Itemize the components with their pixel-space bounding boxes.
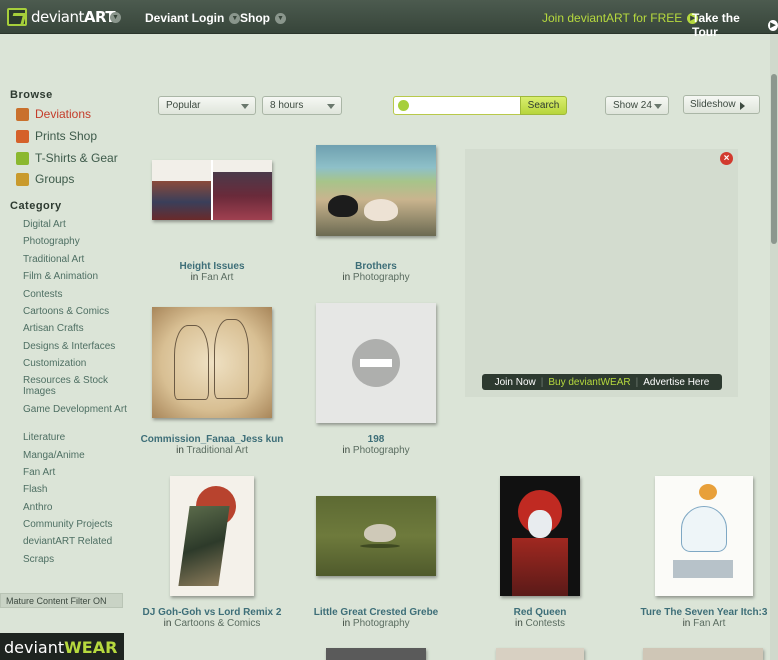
deviation-title[interactable]: Commission_Fanaa_Jess kun: [134, 434, 290, 445]
join-link[interactable]: Join deviantART for FREE ▶: [542, 11, 699, 25]
search-input[interactable]: [393, 96, 521, 115]
logo-menu-chevron-icon[interactable]: ▼: [110, 12, 121, 23]
deviation-title[interactable]: 198: [316, 434, 436, 445]
thumbnail-image[interactable]: [500, 476, 580, 596]
sidebar-item-tshirts-gear[interactable]: T-Shirts & Gear: [16, 151, 118, 165]
close-icon[interactable]: ×: [720, 152, 733, 165]
category-deviantart-related[interactable]: deviantART Related: [23, 536, 128, 547]
top-navigation-bar: deviantART ▼ Deviant Login ▼ Shop ▼ Join d…: [0, 0, 778, 39]
deviations-icon: [16, 107, 29, 121]
category-photography[interactable]: Photography: [23, 236, 128, 247]
thumbnail-image[interactable]: [316, 303, 436, 423]
thumbnail-image[interactable]: [326, 648, 426, 660]
ad-action-bar: Join Now | Buy deviantWEAR | Advertise H…: [482, 374, 722, 390]
deviation-category: in Fan Art: [682, 618, 726, 629]
sidebar-item-groups[interactable]: Groups: [16, 172, 74, 186]
category-film-animation[interactable]: Film & Animation: [23, 271, 128, 282]
deviation-category: in Contests: [514, 618, 566, 629]
deviation-category: in Photography: [342, 618, 410, 629]
sort-select[interactable]: Popular: [158, 96, 256, 115]
join-now-link[interactable]: Join Now: [495, 377, 536, 388]
category-manga-anime[interactable]: Manga/Anime: [23, 450, 128, 461]
thumbnail-image[interactable]: [152, 307, 272, 418]
prints-icon: [16, 129, 29, 143]
category-anthro[interactable]: Anthro: [23, 502, 128, 513]
category-designs-interfaces[interactable]: Designs & Interfaces: [23, 341, 128, 352]
browse-heading: Browse: [10, 89, 53, 101]
show-count-select[interactable]: Show 24: [605, 96, 669, 115]
search-icon: [398, 100, 409, 111]
category-scraps[interactable]: Scraps: [23, 554, 128, 565]
house-icon: [16, 172, 29, 186]
category-flash[interactable]: Flash: [23, 484, 128, 495]
buy-deviantwear-link[interactable]: Buy deviantWEAR: [548, 377, 630, 388]
deviant-login-link[interactable]: Deviant Login ▼: [145, 11, 241, 25]
mature-content-filter[interactable]: Mature Content Filter ON: [0, 593, 123, 608]
deviation-title[interactable]: Height Issues: [152, 261, 272, 272]
thumbnail-image[interactable]: [655, 476, 753, 596]
thumbnail-image[interactable]: [316, 496, 436, 576]
deviation-category: in Cartoons & Comics: [163, 618, 261, 629]
category-digital-art[interactable]: Digital Art: [23, 219, 128, 230]
thumbnail-image[interactable]: [316, 145, 436, 236]
deviation-category: in Traditional Art: [176, 445, 248, 456]
thumbnail-image[interactable]: [643, 648, 763, 660]
no-entry-icon: [352, 339, 400, 387]
take-tour-link[interactable]: Take the Tour ▶: [692, 11, 778, 39]
category-resources-stock[interactable]: Resources & Stock Images: [23, 375, 128, 397]
deviantart-logo[interactable]: deviantART: [7, 7, 116, 27]
category-contests[interactable]: Contests: [23, 289, 128, 300]
deviation-title[interactable]: Red Queen: [480, 607, 600, 618]
advertise-here-link[interactable]: Advertise Here: [643, 377, 709, 388]
category-fan-art[interactable]: Fan Art: [23, 467, 128, 478]
sidebar-item-prints-shop[interactable]: Prints Shop: [16, 129, 97, 143]
category-literature[interactable]: Literature: [23, 432, 128, 443]
chevron-down-icon: [654, 104, 662, 109]
deviantwear-banner[interactable]: deviantWEAR: [0, 633, 124, 660]
deviation-title[interactable]: Little Great Crested Grebe: [296, 607, 456, 618]
category-heading: Category: [10, 200, 62, 212]
category-community-projects[interactable]: Community Projects: [23, 519, 128, 530]
chevron-down-icon: [327, 104, 335, 109]
play-icon: [740, 102, 745, 110]
category-traditional-art[interactable]: Traditional Art: [23, 254, 128, 265]
deviantart-logo-icon: [7, 8, 27, 26]
sidebar-item-deviations[interactable]: Deviations: [16, 107, 91, 121]
tshirt-icon: [16, 151, 29, 165]
category-cartoons-comics[interactable]: Cartoons & Comics: [23, 306, 128, 317]
thumbnail-image[interactable]: [170, 476, 254, 596]
deviation-category: in Fan Art: [190, 272, 234, 283]
category-artisan-crafts[interactable]: Artisan Crafts: [23, 323, 128, 334]
search-button[interactable]: Search: [520, 96, 567, 115]
page-scrollbar[interactable]: [770, 34, 778, 660]
deviation-category: in Photography: [342, 272, 410, 283]
deviation-category: in Photography: [342, 445, 410, 456]
deviation-title[interactable]: Ture The Seven Year Itch:3: [630, 607, 778, 618]
deviation-title[interactable]: DJ Goh-Goh vs Lord Remix 2: [132, 607, 292, 618]
advertisement-box: [465, 149, 738, 397]
scrollbar-thumb[interactable]: [771, 74, 777, 244]
sidebar: Browse Deviations Prints Shop T-Shirts &…: [0, 34, 137, 660]
category-customization[interactable]: Customization: [23, 358, 128, 369]
shop-link[interactable]: Shop ▼: [240, 11, 286, 25]
thumbnail-image[interactable]: [496, 648, 584, 660]
arrow-right-icon: ▶: [767, 19, 778, 31]
thumbnail-image[interactable]: [152, 160, 272, 220]
slideshow-button[interactable]: Slideshow: [683, 95, 760, 114]
chevron-down-icon: ▼: [275, 12, 286, 24]
deviation-title[interactable]: Brothers: [316, 261, 436, 272]
category-game-development[interactable]: Game Development Art: [23, 404, 128, 415]
time-range-select[interactable]: 8 hours: [262, 96, 342, 115]
chevron-down-icon: ▼: [229, 12, 241, 24]
chevron-down-icon: [241, 104, 249, 109]
